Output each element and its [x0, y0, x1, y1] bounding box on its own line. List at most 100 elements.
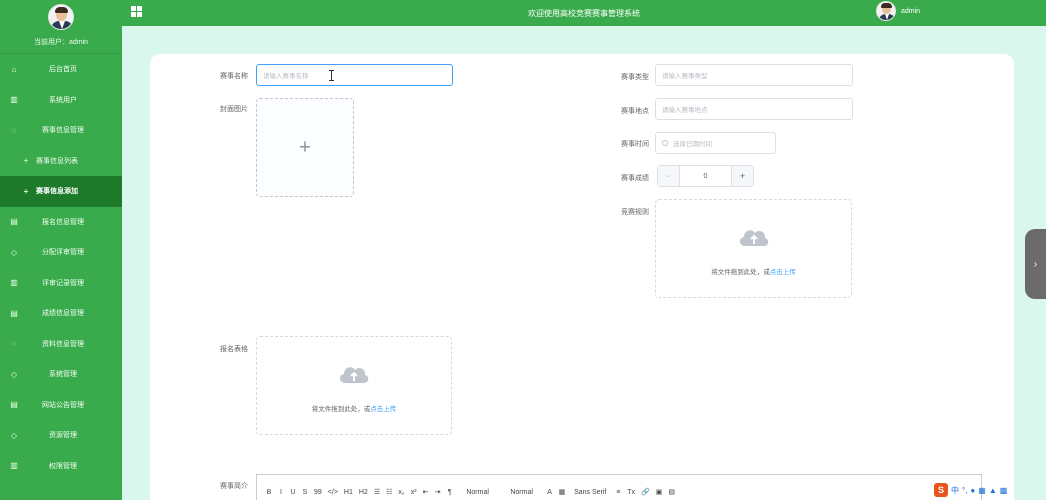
- rules-upload-link[interactable]: 点击上传: [770, 269, 796, 276]
- rich-text-editor[interactable]: B I U S 99 </> H1 H2 ☰ ☷ x₂ x² ⇤ ⇥ ¶ Normal Normal A ▦ Sans…: [256, 474, 982, 500]
- rules-upload-dropzone[interactable]: 将文件拖到此处，或点击上传: [655, 199, 852, 298]
- sidebar-item-9[interactable]: ◌ 资料信息管理: [0, 329, 122, 360]
- signup-upload-dropzone[interactable]: 将文件拖到此处，或点击上传: [256, 336, 452, 435]
- sidebar-item-6[interactable]: ◇ 分配评审管理: [0, 237, 122, 268]
- subscript-icon[interactable]: x₂: [398, 489, 404, 496]
- document-icon: ▤: [10, 308, 18, 318]
- type-label: 赛事类型: [621, 74, 649, 81]
- clean-icon[interactable]: Tx: [627, 489, 635, 496]
- sidebar-item-1[interactable]: ▥ 系统用户: [0, 85, 122, 116]
- keyboard-icon[interactable]: ▦: [978, 486, 986, 495]
- ime-logo-icon: S: [934, 483, 948, 497]
- underline-icon[interactable]: U: [290, 489, 296, 496]
- cover-upload-button[interactable]: +: [256, 98, 354, 197]
- link-icon[interactable]: 🔗: [641, 488, 650, 496]
- shield-icon: ◇: [10, 369, 18, 379]
- cover-label: 封面图片: [220, 106, 248, 113]
- background-color-icon[interactable]: ▦: [559, 488, 566, 496]
- username-label: admin: [901, 7, 921, 15]
- intro-label: 赛事简介: [220, 483, 248, 490]
- sidebar-item-2[interactable]: ◌ 赛事信息管理: [0, 115, 122, 146]
- avatar: [48, 4, 74, 30]
- location-placeholder: 请输入赛事地点: [662, 107, 708, 114]
- sidebar-menu: ⌂ 后台首页 ▥ 系统用户 ◌ 赛事信息管理 + 赛事信息列表 + 赛事信息添加 ▤ 报名信息管理 ◇ 分…: [0, 54, 122, 481]
- shield-icon: ◇: [10, 430, 18, 440]
- name-placeholder: 请输入赛事名称: [263, 73, 309, 80]
- sidebar-item-12[interactable]: ◇ 资源管理: [0, 420, 122, 451]
- sidebar-item-13[interactable]: ▥ 权限管理: [0, 451, 122, 482]
- home-icon: ⌂: [11, 64, 17, 74]
- score-value[interactable]: 0: [680, 166, 731, 186]
- time-placeholder: 选择日期时间: [673, 141, 712, 148]
- image-icon[interactable]: ▣: [656, 488, 663, 496]
- blockquote-icon[interactable]: 99: [314, 489, 322, 496]
- cloud-upload-icon: [739, 230, 768, 246]
- font-color-icon[interactable]: A: [547, 489, 553, 496]
- superscript-icon[interactable]: x²: [411, 489, 417, 496]
- sidebar-item-4[interactable]: + 赛事信息添加: [0, 176, 122, 207]
- sidebar-item-label: 赛事信息添加: [36, 188, 78, 196]
- header-select[interactable]: Normal: [503, 489, 541, 496]
- outdent-icon[interactable]: ⇤: [423, 488, 429, 496]
- signup-upload-link[interactable]: 点击上传: [370, 406, 396, 413]
- top-user-menu[interactable]: admin: [876, 1, 920, 21]
- time-label: 赛事时间: [621, 141, 649, 148]
- sidebar-user-panel: 当前用户：admin: [0, 0, 122, 54]
- bullet-list-icon[interactable]: ☷: [386, 488, 392, 496]
- name-input[interactable]: 请输入赛事名称: [256, 64, 453, 86]
- sidebar-item-10[interactable]: ◇ 系统管理: [0, 359, 122, 390]
- skin-icon[interactable]: ▲: [989, 486, 997, 495]
- plus-icon: +: [23, 186, 29, 196]
- sidebar-item-5[interactable]: ▤ 报名信息管理: [0, 207, 122, 238]
- location-input[interactable]: 请输入赛事地点: [655, 98, 853, 120]
- rules-upload-text: 将文件拖到此处，或点击上传: [656, 266, 851, 276]
- type-input[interactable]: 请输入赛事类型: [655, 64, 853, 86]
- size-select[interactable]: Normal: [459, 489, 497, 496]
- clock-icon: [662, 140, 668, 146]
- h1-icon[interactable]: H1: [344, 489, 353, 496]
- columns-icon: ▥: [10, 95, 18, 105]
- ordered-list-icon[interactable]: ☰: [374, 488, 380, 496]
- sidebar-item-7[interactable]: ▥ 评审记录管理: [0, 268, 122, 299]
- italic-icon[interactable]: I: [278, 489, 284, 496]
- columns-icon: ▥: [10, 278, 18, 288]
- increment-button[interactable]: +: [731, 166, 753, 186]
- rules-label: 竞赛规则: [621, 209, 649, 216]
- sidebar-item-3[interactable]: + 赛事信息列表: [0, 145, 122, 176]
- columns-icon: ▥: [10, 461, 18, 471]
- current-user-label: 当前用户：admin: [33, 39, 89, 46]
- signup-upload-text: 将文件拖到此处，或点击上传: [257, 403, 451, 413]
- sidebar-item-0[interactable]: ⌂ 后台首页: [0, 54, 122, 85]
- strike-icon[interactable]: S: [302, 489, 308, 496]
- score-stepper[interactable]: − 0 +: [657, 165, 754, 187]
- location-label: 赛事地点: [621, 108, 649, 115]
- document-icon: ▤: [10, 400, 18, 410]
- chat-icon: ◌: [11, 125, 17, 135]
- direction-icon[interactable]: ¶: [447, 489, 453, 496]
- grid-icon[interactable]: ▩: [1000, 486, 1008, 495]
- rules-hint: 将文件拖到此处，或: [711, 269, 770, 276]
- sidebar-item-8[interactable]: ▤ 成绩信息管理: [0, 298, 122, 329]
- top-bar: 欢迎使用高校竞赛赛事管理系统 admin: [122, 0, 1046, 26]
- microphone-icon[interactable]: ●: [970, 486, 975, 495]
- align-icon[interactable]: ≡: [615, 489, 621, 496]
- video-icon[interactable]: ▤: [668, 488, 675, 496]
- font-select[interactable]: Sans Serif: [571, 489, 609, 496]
- code-icon[interactable]: </>: [328, 489, 338, 496]
- ime-mode[interactable]: 中: [951, 485, 959, 496]
- collapse-handle[interactable]: ›: [1025, 229, 1046, 299]
- ime-punct-icon[interactable]: °,: [962, 486, 967, 495]
- h2-icon[interactable]: H2: [359, 489, 368, 496]
- time-picker[interactable]: 选择日期时间: [655, 132, 776, 154]
- document-icon: ▤: [10, 217, 18, 227]
- indent-icon[interactable]: ⇥: [435, 488, 441, 496]
- sidebar-item-11[interactable]: ▤ 网站公告管理: [0, 390, 122, 421]
- plus-icon: +: [23, 156, 29, 166]
- chat-icon: ◌: [11, 339, 17, 349]
- cloud-upload-icon: [339, 367, 369, 383]
- chevron-right-icon: ›: [1033, 258, 1038, 270]
- ime-tray[interactable]: S 中 °, ● ▦ ▲ ▩: [934, 482, 1007, 498]
- decrement-button[interactable]: −: [658, 166, 680, 186]
- bold-icon[interactable]: B: [266, 489, 272, 496]
- score-label: 赛事成绩: [621, 175, 649, 182]
